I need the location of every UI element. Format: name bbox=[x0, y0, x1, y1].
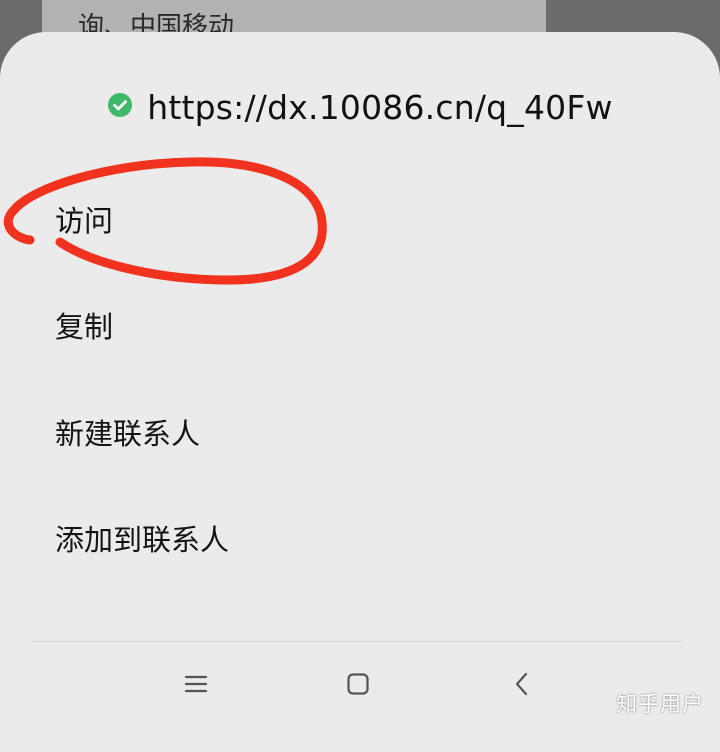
menu-item-copy[interactable]: 复制 bbox=[55, 304, 113, 346]
check-circle-icon bbox=[107, 92, 133, 118]
back-icon[interactable] bbox=[502, 668, 542, 700]
menu-item-visit[interactable]: 访问 bbox=[55, 198, 113, 240]
menu-item-add-to-contact[interactable]: 添加到联系人 bbox=[55, 517, 229, 559]
menu-item-new-contact[interactable]: 新建联系人 bbox=[55, 411, 200, 453]
link-action-sheet: https://dx.10086.cn/q_40Fw 访问 复制 新建联系人 添… bbox=[0, 32, 720, 752]
divider bbox=[32, 641, 682, 642]
url-text: https://dx.10086.cn/q_40Fw bbox=[147, 88, 613, 127]
watermark: 知乎用户 bbox=[616, 692, 704, 716]
url-header: https://dx.10086.cn/q_40Fw bbox=[0, 88, 720, 127]
home-icon[interactable] bbox=[338, 668, 378, 700]
menu-icon[interactable] bbox=[176, 668, 216, 700]
